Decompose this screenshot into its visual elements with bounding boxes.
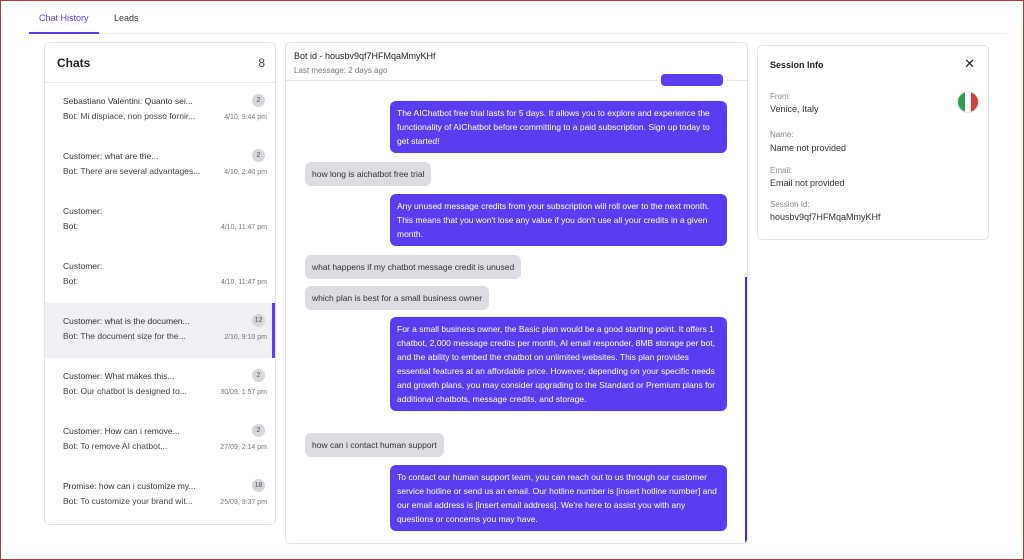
user-message: how can i contact human support (305, 433, 444, 457)
chat-name: Sebastiano Valentini: Quanto sei... (63, 96, 193, 106)
chat-date: 4/10, 9:44 pm (224, 114, 267, 121)
chat-name: Customer: what is the documen... (63, 316, 190, 326)
chat-preview: Bot: Mi dispiace, non posso fornir... (63, 111, 196, 121)
session-id-value: housbv9qf7HFMqaMmyKHf (770, 212, 881, 222)
message-count-badge: 18 (252, 479, 265, 492)
scrollbar-thumb[interactable] (745, 277, 747, 543)
message-count-badge: 2 (252, 369, 265, 382)
user-message: which plan is best for a small business … (305, 286, 490, 310)
chat-list-item[interactable]: Customer: Bot: 4/10, 11:47 pm (45, 193, 275, 248)
message-count-badge: 2 (252, 424, 265, 437)
user-message: how long is aichatbot free trial (305, 162, 432, 186)
chat-list-item[interactable]: Customer: How can i remove... Bot: To re… (45, 413, 275, 468)
chats-count: 8 (258, 56, 265, 70)
tab-bar: Chat History Leads (27, 1, 1007, 34)
chat-name: Promise: how can i customize my... (63, 481, 196, 491)
chat-preview: Bot: There are several advantages... (63, 166, 201, 176)
chat-list-item[interactable]: Customer: Bot: 4/10, 11:47 pm (45, 248, 275, 303)
session-id-label: Session Id: (770, 200, 810, 209)
bot-message-partial (661, 74, 723, 86)
chat-list-item[interactable]: Sebastiano Valentini: Quanto sei... Bot:… (45, 83, 275, 138)
selected-indicator (272, 303, 275, 358)
chats-header: Chats 8 (45, 43, 275, 83)
italy-flag-icon (958, 92, 978, 112)
chat-list-item[interactable]: Customer: What makes this... Bot: Our ch… (45, 358, 275, 413)
bot-message: The AIChatbot free trial lasts for 5 day… (390, 101, 727, 153)
chat-name: Customer: What makes this... (63, 371, 175, 381)
bot-message: For a small business owner, the Basic pl… (390, 317, 727, 411)
name-label: Name: (770, 130, 794, 139)
chat-name: Customer: (63, 206, 103, 216)
app-frame: Chat History Leads Chats 8 Sebastiano Va… (0, 0, 1024, 560)
user-message: what happens if my chatbot message credi… (305, 255, 522, 279)
chat-preview: Bot: Our chatbot is designed to... (63, 386, 187, 396)
session-info-panel: Session Info ✕ From: Venice, Italy Name:… (757, 45, 989, 240)
chat-preview: Bot: To remove AI chatbot... (63, 441, 168, 451)
message-count-badge: 2 (252, 94, 265, 107)
chat-date: 27/09, 2:14 pm (220, 444, 267, 451)
chat-preview: Bot: To customize your brand wit... (63, 496, 193, 506)
chat-date: 2/10, 9:10 pm (224, 334, 267, 341)
bot-message: Any unused message credits from your sub… (390, 194, 727, 246)
last-message-time: Last message: 2 days ago (294, 66, 388, 75)
chat-list-item-selected[interactable]: Customer: what is the documen... Bot: Th… (45, 303, 275, 358)
tab-leads[interactable]: Leads (114, 12, 139, 34)
chat-date: 4/10, 11:47 pm (220, 279, 267, 286)
chat-preview: Bot: (63, 276, 79, 286)
chat-name: Customer: (63, 261, 103, 271)
chat-name: Customer: How can i remove... (63, 426, 180, 436)
chat-list-item[interactable]: Customer: what are the... Bot: There are… (45, 138, 275, 193)
chats-panel: Chats 8 Sebastiano Valentini: Quanto sei… (44, 42, 276, 525)
from-value: Venice, Italy (770, 104, 819, 114)
bot-id: Bot id - housbv9qf7HFMqaMmyKHf (294, 51, 436, 61)
bot-message: To contact our human support team, you c… (390, 465, 727, 531)
chat-list-item[interactable]: Promise: how can i customize my... Bot: … (45, 468, 275, 523)
close-icon[interactable]: ✕ (964, 56, 975, 72)
name-value: Name not provided (770, 143, 847, 153)
chat-date: 30/09, 1:57 pm (220, 389, 267, 396)
tab-chat-history[interactable]: Chat History (29, 12, 98, 34)
chat-preview: Bot: (63, 221, 79, 231)
email-label: Email: (770, 166, 793, 175)
chat-date: 4/10, 2:40 pm (224, 169, 267, 176)
from-label: From: (770, 92, 791, 101)
session-info-title: Session Info (770, 60, 824, 70)
conversation-panel: Bot id - housbv9qf7HFMqaMmyKHf Last mess… (285, 42, 748, 544)
chat-list[interactable]: Sebastiano Valentini: Quanto sei... Bot:… (45, 83, 275, 524)
email-value: Email not provided (770, 178, 845, 188)
chat-date: 4/10, 11:47 pm (220, 224, 267, 231)
message-count-badge: 2 (252, 149, 265, 162)
message-count-badge: 12 (252, 314, 265, 327)
chats-title: Chats (57, 56, 91, 70)
message-list[interactable]: The AIChatbot free trial lasts for 5 day… (286, 74, 747, 543)
chat-date: 25/09, 9:37 pm (220, 499, 267, 506)
chat-preview: Bot: The document size for the... (63, 331, 186, 341)
chat-name: Customer: what are the... (63, 151, 159, 161)
